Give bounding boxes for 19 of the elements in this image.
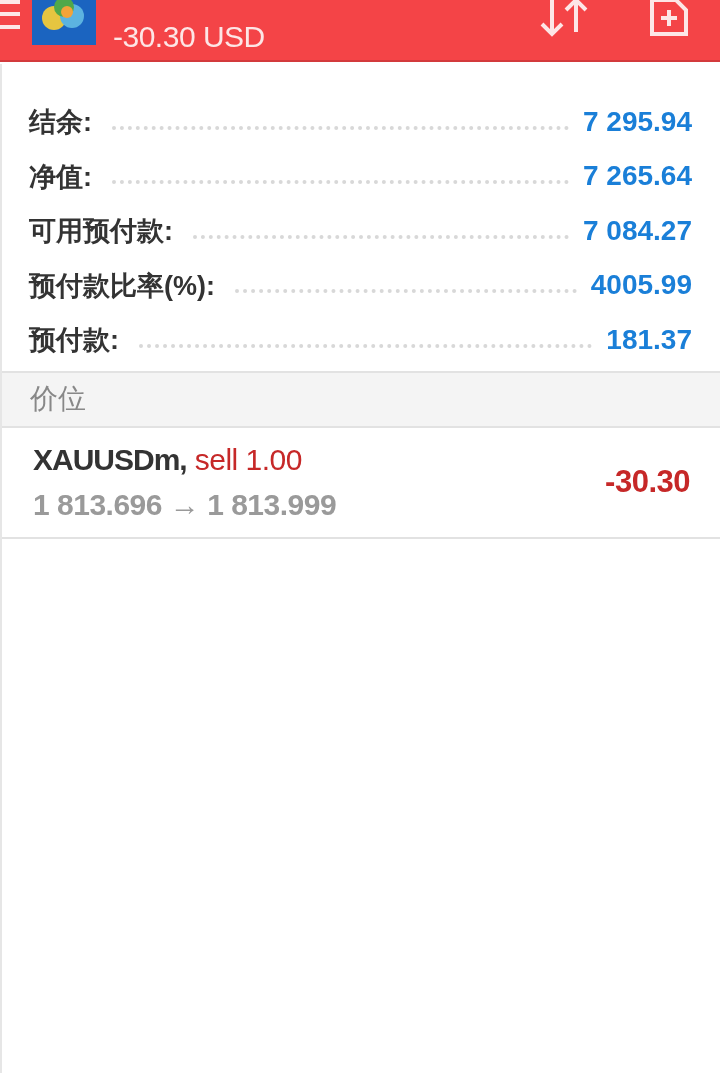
field-value: 7 265.64 — [583, 159, 692, 193]
field-value: 7 295.94 — [583, 104, 692, 139]
price-text: 1 813.696 → 1 813.999 — [33, 487, 338, 523]
field-value: 7 084.27 — [583, 213, 692, 248]
symbol-text: XAUUSDm, — [33, 442, 187, 478]
field-label: 净值: — [29, 160, 92, 194]
field-value: 4005.99 — [590, 268, 692, 302]
order-text: sell 1.00 — [194, 442, 302, 478]
profit-value: -30.30 — [605, 462, 690, 501]
field-label: 结余: — [29, 106, 92, 139]
balance-change: -30.30 USD — [113, 19, 265, 55]
field-label: 预付款比率(%): — [29, 269, 215, 303]
sort-arrows-icon[interactable] — [538, 0, 590, 38]
menu-icon[interactable] — [0, 0, 20, 32]
section-title: 价位 — [30, 382, 86, 416]
field-value: 181.37 — [606, 322, 692, 357]
add-document-icon[interactable] — [648, 0, 690, 38]
field-label: 预付款: — [29, 324, 119, 357]
field-label: 可用预付款: — [29, 215, 173, 248]
